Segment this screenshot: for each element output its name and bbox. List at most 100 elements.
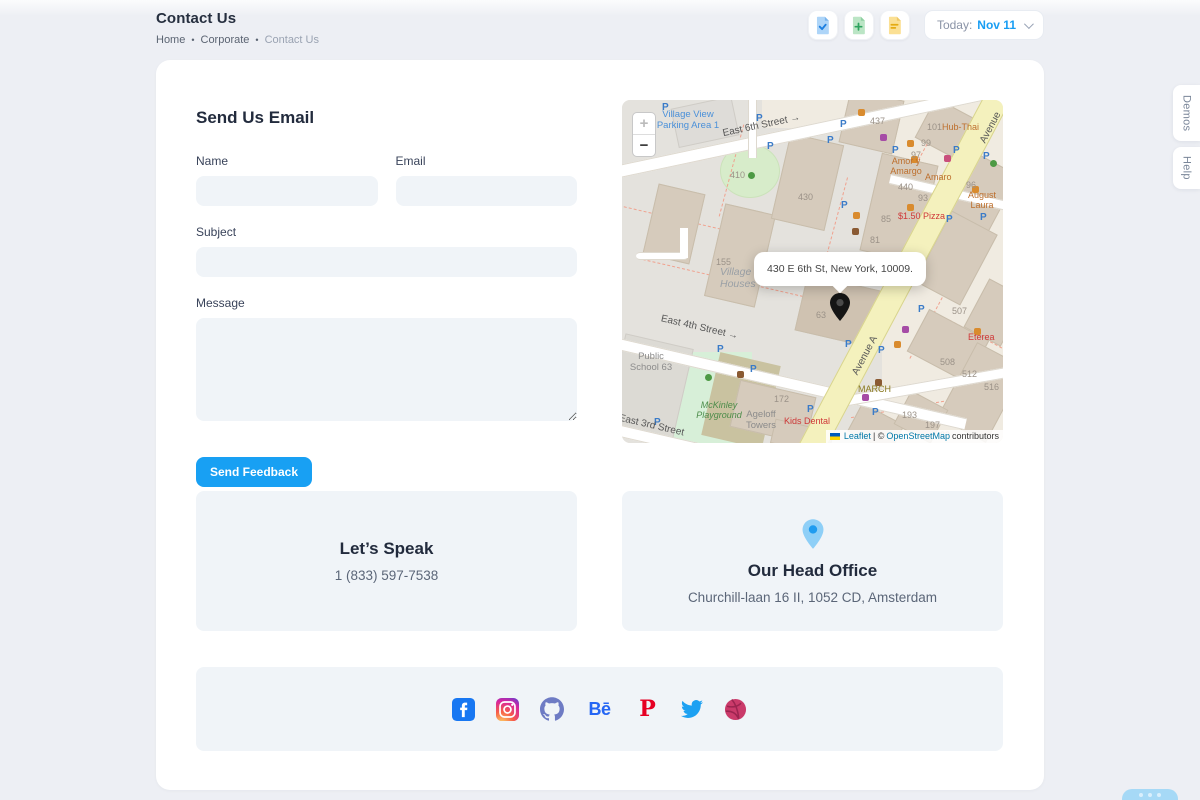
map-marker-icon[interactable] [828, 292, 852, 322]
parking-icon: P [983, 152, 990, 162]
subject-field[interactable] [196, 247, 577, 277]
header-actions: Today: Nov 11 [808, 10, 1044, 46]
file-plus-icon [850, 16, 867, 35]
map-label-area: Public School 63 [628, 352, 674, 374]
demos-tab-label: Demos [1181, 95, 1193, 131]
current-date: Nov 11 [977, 18, 1016, 32]
dribbble-link[interactable] [724, 697, 748, 721]
attribution-suffix: contributors [952, 431, 999, 441]
map-popup-text: 430 E 6th St, New York, 10009. [754, 252, 926, 286]
breadcrumb-home[interactable]: Home [156, 34, 185, 46]
map-label-number: 96 [966, 180, 976, 190]
map-label-poi: $1.50 Pizza [898, 211, 945, 221]
poi-shop-icon [862, 394, 869, 401]
poi-trees-icon [748, 172, 755, 179]
file-check-button[interactable] [808, 10, 838, 40]
map-label-poi: MARCH [858, 384, 891, 394]
floating-action-button[interactable] [1122, 789, 1178, 800]
file-plus-button[interactable] [844, 10, 874, 40]
name-field[interactable] [196, 176, 378, 206]
ukraine-flag-icon [830, 433, 840, 440]
parking-icon: P [946, 215, 953, 225]
poi-coffee-icon [852, 228, 859, 235]
map-canvas[interactable]: P P P P P P P P P P P P P P P P P P P [622, 100, 1003, 443]
github-link[interactable] [540, 697, 564, 721]
map-label-number: 508 [940, 357, 955, 367]
breadcrumb-separator: • [255, 35, 258, 45]
map-label-area: Ageloff Towers [734, 410, 788, 432]
map-label-number: 437 [870, 116, 885, 126]
behance-link[interactable]: Bē [584, 697, 616, 721]
help-tab-label: Help [1181, 156, 1193, 180]
parking-icon: P [841, 201, 848, 211]
twitter-link[interactable] [680, 697, 704, 721]
email-field[interactable] [396, 176, 578, 206]
file-notes-button[interactable] [880, 10, 910, 40]
form-heading: Send Us Email [196, 108, 577, 128]
send-feedback-button[interactable]: Send Feedback [196, 457, 312, 487]
poi-bar-icon [907, 140, 914, 147]
map-label-number: 516 [984, 382, 999, 392]
map-label-number: 440 [898, 182, 913, 192]
zoom-out-button[interactable]: − [633, 135, 655, 157]
subject-label: Subject [196, 225, 577, 239]
breadcrumb-separator: • [191, 35, 194, 45]
osm-link[interactable]: OpenStreetMap [886, 431, 950, 441]
map-label: Village View Parking Area 1 [656, 110, 720, 132]
pinterest-link[interactable]: P [636, 697, 660, 721]
poi-photo-icon [944, 155, 951, 162]
parking-icon: P [892, 146, 899, 156]
instagram-link[interactable] [496, 697, 520, 721]
file-check-icon [814, 16, 831, 35]
poi-fitness-icon [990, 160, 997, 167]
poi-coffee-icon [737, 371, 744, 378]
social-links-card: Bē P [196, 667, 1003, 751]
file-notes-icon [886, 16, 903, 35]
chevron-down-icon [1024, 19, 1034, 29]
demos-tab[interactable]: Demos [1173, 85, 1200, 141]
parking-icon: P [918, 305, 925, 315]
parking-icon: P [807, 405, 814, 415]
github-icon [540, 697, 564, 721]
dot-icon [1139, 793, 1143, 797]
map-label-poi: Hub-Thai [942, 122, 979, 132]
zoom-in-button[interactable]: + [633, 113, 655, 135]
leaflet-link[interactable]: Leaflet [844, 431, 871, 441]
breadcrumb: Home • Corporate • Contact Us [156, 34, 319, 46]
poi-trees-icon [705, 374, 712, 381]
map-label-number: 512 [962, 369, 977, 379]
today-label: Today: [937, 18, 972, 32]
parking-icon: P [827, 136, 834, 146]
map-section: P P P P P P P P P P P P P P P P P P P [622, 100, 1003, 443]
office-title: Our Head Office [748, 561, 877, 581]
speak-title: Let’s Speak [340, 539, 434, 559]
breadcrumb-corporate[interactable]: Corporate [201, 34, 250, 46]
map-label-number: 172 [774, 394, 789, 404]
page-header: Contact Us Home • Corporate • Contact Us [156, 10, 1044, 46]
contact-panel: Send Us Email Name Email Subject Message… [156, 60, 1044, 790]
map-label-number: 101 [927, 122, 942, 132]
poi-restaurant-icon [858, 109, 865, 116]
map-label-number: 197 [925, 420, 940, 430]
dribbble-icon [724, 698, 747, 721]
map-label-number: 85 [881, 214, 891, 224]
dot-icon [1157, 793, 1161, 797]
parking-icon: P [767, 142, 774, 152]
phone-number: 1 (833) 597-7538 [335, 568, 439, 583]
map-label-number: 93 [918, 193, 928, 203]
map-label-poi: Kids Dental [784, 416, 830, 426]
map-label-number: 193 [902, 410, 917, 420]
email-label: Email [396, 154, 578, 168]
parking-icon: P [953, 146, 960, 156]
facebook-link[interactable] [452, 697, 476, 721]
message-label: Message [196, 296, 577, 310]
location-pin-icon [798, 518, 828, 550]
poi-shop-icon [880, 134, 887, 141]
facebook-icon [452, 698, 475, 721]
parking-icon: P [750, 365, 757, 375]
help-tab[interactable]: Help [1173, 147, 1200, 189]
message-field[interactable] [196, 318, 577, 421]
map-label-number: 63 [816, 310, 826, 320]
date-selector[interactable]: Today: Nov 11 [924, 10, 1044, 40]
poi-books-icon [902, 326, 909, 333]
